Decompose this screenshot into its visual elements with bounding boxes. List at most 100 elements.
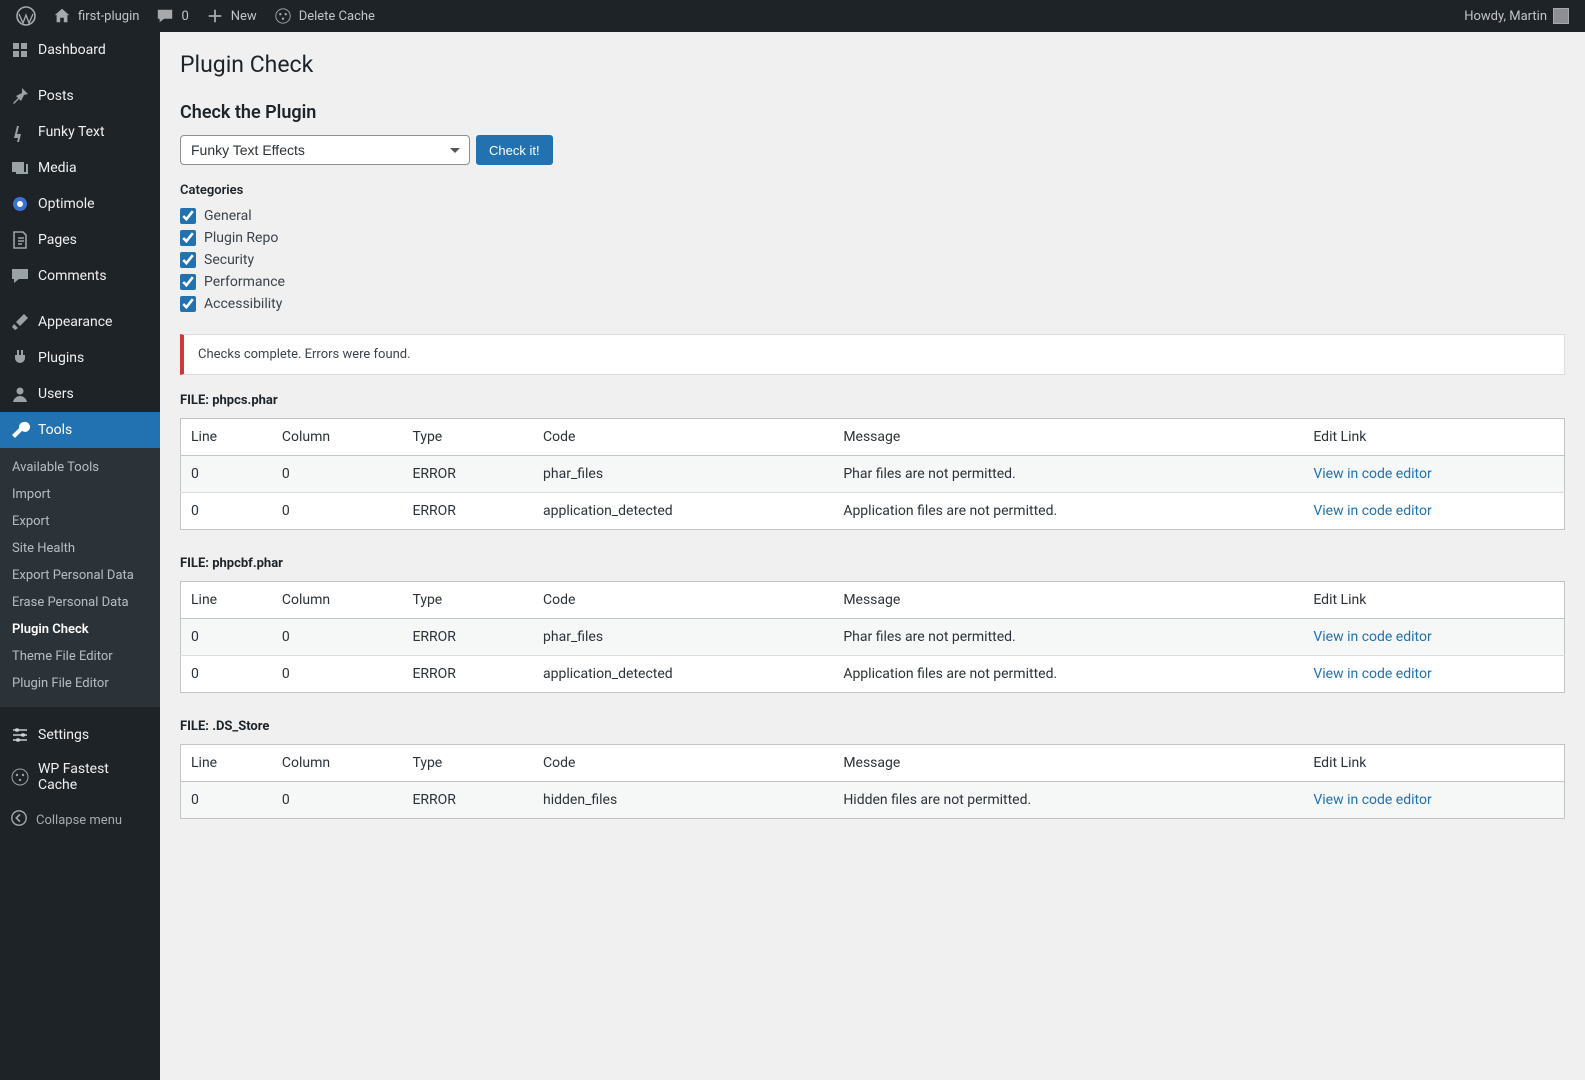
- menu-item-posts[interactable]: Posts: [0, 78, 160, 114]
- categories-label: Categories: [180, 183, 1565, 198]
- cell-column: 0: [272, 493, 403, 530]
- menu-item-appearance[interactable]: Appearance: [0, 304, 160, 340]
- sliders-icon: [10, 725, 30, 745]
- view-code-link[interactable]: View in code editor: [1313, 503, 1431, 519]
- category-accessibility[interactable]: Accessibility: [180, 296, 1565, 312]
- view-code-link[interactable]: View in code editor: [1313, 792, 1431, 808]
- submenu-item-export[interactable]: Export: [0, 508, 160, 535]
- cell-code: application_detected: [533, 656, 833, 693]
- cell-message: Application files are not permitted.: [833, 493, 1303, 530]
- menu-item-plugins[interactable]: Plugins: [0, 340, 160, 376]
- check-it-button[interactable]: Check it!: [476, 135, 553, 165]
- category-security[interactable]: Security: [180, 252, 1565, 268]
- menu-item-settings[interactable]: Settings: [0, 717, 160, 753]
- collapse-icon: [10, 809, 28, 831]
- menu-item-label: Media: [38, 160, 77, 176]
- cell-column: 0: [272, 456, 403, 493]
- menu-item-media[interactable]: Media: [0, 150, 160, 186]
- submenu-item-site-health[interactable]: Site Health: [0, 535, 160, 562]
- category-general[interactable]: General: [180, 208, 1565, 224]
- submenu-item-plugin-check[interactable]: Plugin Check: [0, 616, 160, 643]
- category-label: Security: [204, 252, 254, 268]
- cell-code: phar_files: [533, 456, 833, 493]
- cheetah-icon: [273, 6, 293, 26]
- wp-logo[interactable]: [8, 0, 44, 32]
- delete-cache-link[interactable]: Delete Cache: [265, 0, 383, 32]
- cell-type: ERROR: [402, 782, 533, 819]
- plugin-select[interactable]: Funky Text Effects: [180, 135, 470, 165]
- submenu-item-erase-personal-data[interactable]: Erase Personal Data: [0, 589, 160, 616]
- submenu-item-export-personal-data[interactable]: Export Personal Data: [0, 562, 160, 589]
- category-checkbox[interactable]: [180, 208, 196, 224]
- menu-item-comments[interactable]: Comments: [0, 258, 160, 294]
- submenu-item-theme-file-editor[interactable]: Theme File Editor: [0, 643, 160, 670]
- page-title: Plugin Check: [180, 42, 1565, 82]
- submenu-item-plugin-file-editor[interactable]: Plugin File Editor: [0, 670, 160, 697]
- menu-item-label: Comments: [38, 268, 107, 284]
- howdy-text: Howdy, Martin: [1464, 9, 1547, 24]
- cell-type: ERROR: [402, 456, 533, 493]
- menu-item-tools[interactable]: Tools: [0, 412, 160, 448]
- cell-message: Phar files are not permitted.: [833, 619, 1303, 656]
- menu-item-funky-text[interactable]: Funky Text: [0, 114, 160, 150]
- cell-column: 0: [272, 782, 403, 819]
- category-plugin-repo[interactable]: Plugin Repo: [180, 230, 1565, 246]
- category-performance[interactable]: Performance: [180, 274, 1565, 290]
- report-table: LineColumnTypeCodeMessageEdit Link00ERRO…: [180, 418, 1565, 530]
- th-column: Column: [272, 582, 403, 619]
- menu-item-dashboard[interactable]: Dashboard: [0, 32, 160, 68]
- site-name-link[interactable]: first-plugin: [44, 0, 147, 32]
- category-checkbox[interactable]: [180, 296, 196, 312]
- th-code: Code: [533, 745, 833, 782]
- main-content: Plugin Check Check the Plugin Funky Text…: [160, 32, 1585, 1080]
- submenu-item-import[interactable]: Import: [0, 481, 160, 508]
- menu-item-pages[interactable]: Pages: [0, 222, 160, 258]
- media-icon: [10, 158, 30, 178]
- th-line: Line: [181, 745, 272, 782]
- table-row: 00ERRORapplication_detectedApplication f…: [181, 656, 1565, 693]
- category-label: Accessibility: [204, 296, 282, 312]
- category-checkbox[interactable]: [180, 274, 196, 290]
- menu-item-label: Plugins: [38, 350, 84, 366]
- menu-item-label: Pages: [38, 232, 77, 248]
- th-message: Message: [833, 745, 1303, 782]
- th-edit: Edit Link: [1303, 419, 1564, 456]
- view-code-link[interactable]: View in code editor: [1313, 466, 1431, 482]
- collapse-menu-button[interactable]: Collapse menu: [0, 801, 160, 839]
- table-row: 00ERRORapplication_detectedApplication f…: [181, 493, 1565, 530]
- menu-item-optimole[interactable]: Optimole: [0, 186, 160, 222]
- view-code-link[interactable]: View in code editor: [1313, 629, 1431, 645]
- wordpress-icon: [16, 6, 36, 26]
- cell-column: 0: [272, 656, 403, 693]
- cell-type: ERROR: [402, 656, 533, 693]
- menu-item-label: Appearance: [38, 314, 112, 330]
- th-type: Type: [402, 582, 533, 619]
- th-column: Column: [272, 745, 403, 782]
- category-label: Plugin Repo: [204, 230, 278, 246]
- table-row: 00ERRORphar_filesPhar files are not perm…: [181, 456, 1565, 493]
- table-row: 00ERRORhidden_filesHidden files are not …: [181, 782, 1565, 819]
- home-icon: [52, 6, 72, 26]
- report-table: LineColumnTypeCodeMessageEdit Link00ERRO…: [180, 744, 1565, 819]
- cell-message: Phar files are not permitted.: [833, 456, 1303, 493]
- comments-link[interactable]: 0: [147, 0, 196, 32]
- site-name-text: first-plugin: [78, 9, 139, 24]
- menu-item-wp-fastest-cache[interactable]: WP Fastest Cache: [0, 753, 160, 801]
- view-code-link[interactable]: View in code editor: [1313, 666, 1431, 682]
- cell-line: 0: [181, 619, 272, 656]
- th-line: Line: [181, 419, 272, 456]
- menu-item-label: Dashboard: [38, 42, 106, 58]
- category-checkbox[interactable]: [180, 252, 196, 268]
- menu-item-users[interactable]: Users: [0, 376, 160, 412]
- category-label: Performance: [204, 274, 285, 290]
- account-link[interactable]: Howdy, Martin: [1456, 0, 1577, 32]
- dashboard-icon: [10, 40, 30, 60]
- new-link[interactable]: New: [197, 0, 265, 32]
- submenu-item-available-tools[interactable]: Available Tools: [0, 454, 160, 481]
- avatar: [1553, 8, 1569, 24]
- category-checkbox[interactable]: [180, 230, 196, 246]
- th-code: Code: [533, 582, 833, 619]
- cell-code: phar_files: [533, 619, 833, 656]
- th-type: Type: [402, 419, 533, 456]
- cell-line: 0: [181, 456, 272, 493]
